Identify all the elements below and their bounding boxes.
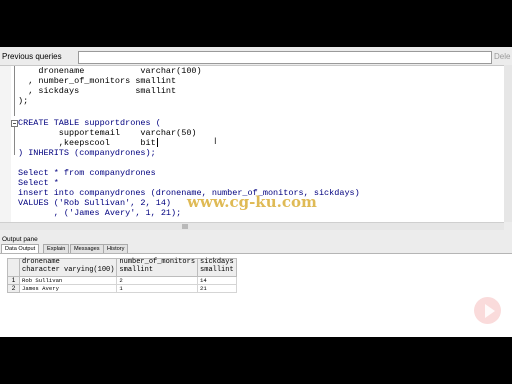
fold-guide (14, 127, 15, 155)
code-line: supportemail varchar(50) (18, 128, 197, 138)
code-line: , sickdays smallint (18, 86, 177, 96)
watermark: www.cg-ku.com (187, 193, 317, 211)
result-grid: dronename character varying(100) number_… (7, 258, 237, 293)
output-tabs: Data Output Explain Messages History (0, 244, 512, 254)
previous-queries-label: Previous queries (2, 52, 62, 61)
text-caret (157, 138, 158, 147)
table-row[interactable]: 2 James Avery 1 21 (7, 284, 237, 293)
grid-cell[interactable]: 1 (116, 284, 199, 293)
code-line: ,keepscool bit (18, 138, 156, 148)
editor-gutter (0, 66, 11, 223)
row-number[interactable]: 1 (7, 276, 20, 285)
grid-cell[interactable]: Rob Sullivan (18, 276, 118, 285)
result-grid-area: dronename character varying(100) number_… (0, 253, 512, 337)
code-line: ) INHERITS (companydrones); (18, 148, 156, 158)
row-number[interactable]: 2 (7, 284, 20, 293)
mouse-ibeam-icon: I (214, 137, 217, 147)
grid-cell[interactable]: 14 (197, 276, 237, 285)
code-line: Select * (18, 178, 59, 188)
code-line: , ('James Avery', 1, 21); (18, 208, 182, 218)
sql-editor[interactable]: dronename varchar(100) , number_of_monit… (0, 65, 504, 223)
code-line: , number_of_monitors smallint (18, 76, 177, 86)
editor-vertical-scrollbar[interactable] (504, 65, 512, 222)
delete-query-button[interactable]: Dele (494, 52, 510, 61)
code-line: VALUES ('Rob Sullivan', 2, 14) (18, 198, 172, 208)
fold-toggle-create-table[interactable] (11, 120, 18, 127)
code-line: Select * from companydrones (18, 168, 156, 178)
previous-queries-dropdown[interactable] (78, 51, 492, 64)
previous-queries-bar: Previous queries Dele (0, 50, 512, 64)
grid-cell[interactable]: 2 (116, 276, 199, 285)
column-header-number-of-monitors[interactable]: number_of_monitors smallint (116, 258, 199, 277)
output-pane-title: Output pane (2, 236, 38, 243)
grid-corner[interactable] (7, 258, 20, 277)
column-header-sickdays[interactable]: sickdays smallint (197, 258, 237, 277)
fold-guide (14, 66, 15, 116)
table-row[interactable]: 1 Rob Sullivan 2 14 (7, 276, 237, 285)
grid-cell[interactable]: 21 (197, 284, 237, 293)
pgadmin-query-window: Previous queries Dele dronename varchar(… (0, 47, 512, 337)
editor-horizontal-scrollbar[interactable] (0, 222, 504, 230)
grid-header-row: dronename character varying(100) number_… (7, 258, 237, 277)
code-line: ); (18, 96, 29, 106)
scroll-thumb[interactable] (182, 224, 188, 229)
code-line: CREATE TABLE supportdrones ( (18, 118, 161, 128)
code-line: dronename varchar(100) (18, 66, 202, 76)
play-icon (485, 304, 495, 318)
grid-cell[interactable]: James Avery (18, 284, 118, 293)
column-header-dronename[interactable]: dronename character varying(100) (18, 258, 118, 277)
